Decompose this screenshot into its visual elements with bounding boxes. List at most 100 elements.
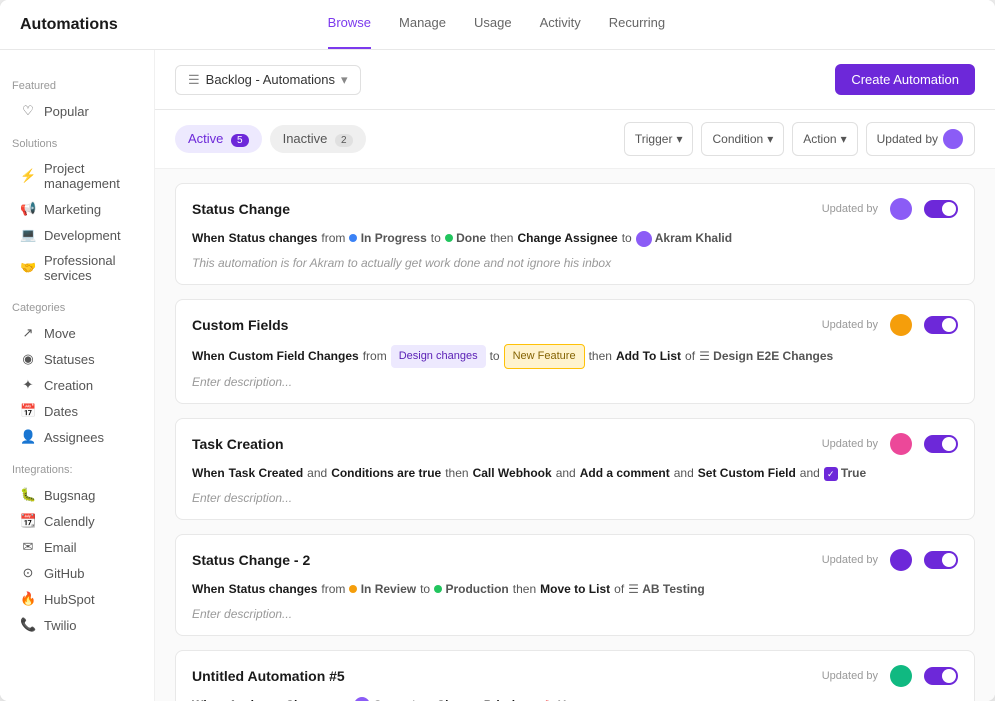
sidebar-item-statuses[interactable]: ◉ Statuses	[12, 346, 142, 372]
calendly-icon: 📆	[20, 513, 36, 529]
laptop-icon: 💻	[20, 227, 36, 243]
avatar	[890, 433, 912, 455]
create-automation-button[interactable]: Create Automation	[835, 64, 975, 95]
sidebar-item-calendly[interactable]: 📆 Calendly	[12, 508, 142, 534]
rule-plain: to	[420, 579, 430, 601]
automation-toggle[interactable]	[924, 435, 958, 453]
sidebar: Featured ♡ Popular Solutions ⚡ Project m…	[0, 50, 155, 701]
condition-filter[interactable]: Condition ▾	[701, 122, 784, 156]
automation-card: Status Change Updated by When Status cha…	[175, 183, 975, 285]
automation-card: Task Creation Updated by When Task Creat…	[175, 418, 975, 520]
status-orange: In Review	[349, 579, 416, 601]
updated-by-text: Updated by	[822, 670, 878, 682]
sidebar-item-label: Project management	[44, 161, 134, 191]
sidebar-item-label: Professional services	[44, 253, 134, 283]
nav-recurring[interactable]: Recurring	[609, 15, 665, 34]
automation-card: Untitled Automation #5 Updated by When A…	[175, 650, 975, 701]
rule-keyword: When	[192, 346, 225, 368]
nav-browse[interactable]: Browse	[328, 15, 371, 34]
automation-card: Custom Fields Updated by When Custom Fie…	[175, 299, 975, 405]
breadcrumb-selector[interactable]: ☰ Backlog - Automations ▾	[175, 65, 361, 95]
rule-keyword: Assignee Changes	[229, 695, 336, 701]
sidebar-item-label: Bugsnag	[44, 488, 95, 503]
rule-plain: then	[589, 346, 612, 368]
automation-rule: When Status changes from In Review to Pr…	[192, 579, 958, 601]
sidebar-item-project-management[interactable]: ⚡ Project management	[12, 156, 142, 196]
sidebar-item-twilio[interactable]: 📞 Twilio	[12, 612, 142, 638]
sidebar-item-github[interactable]: ⊙ GitHub	[12, 560, 142, 586]
automation-desc: This automation is for Akram to actually…	[192, 256, 958, 270]
rule-plain: to	[530, 695, 540, 701]
rule-plain: and	[556, 463, 576, 485]
circle-icon: ◉	[20, 351, 36, 367]
sidebar-item-development[interactable]: 💻 Development	[12, 222, 142, 248]
rule-plain: and	[674, 463, 694, 485]
rule-plain: of	[685, 346, 695, 368]
sidebar-categories-label: Categories	[12, 302, 142, 314]
nav-usage[interactable]: Usage	[474, 15, 512, 34]
rule-keyword: Change Priority	[436, 695, 525, 701]
tag: Design changes	[391, 345, 486, 369]
card-right: Updated by	[822, 433, 958, 455]
sidebar-item-move[interactable]: ↗ Move	[12, 320, 142, 346]
avatar	[942, 128, 964, 150]
rule-plain: from	[363, 346, 387, 368]
sidebar-item-email[interactable]: ✉ Email	[12, 534, 142, 560]
sidebar-item-bugsnag[interactable]: 🐛 Bugsnag	[12, 482, 142, 508]
star-icon: ✦	[20, 377, 36, 393]
automation-toggle[interactable]	[924, 200, 958, 218]
rule-keyword: Status changes	[229, 579, 318, 601]
filter-bar: Active 5 Inactive 2 Trigger ▾ Condition …	[155, 110, 995, 169]
card-right: Updated by	[822, 314, 958, 336]
sidebar-item-label: Assignees	[44, 430, 104, 445]
updated-by-text: Updated by	[822, 438, 878, 450]
automation-rule: When Custom Field Changes from Design ch…	[192, 344, 958, 370]
github-icon: ⊙	[20, 565, 36, 581]
updated-by-text: Updated by	[822, 554, 878, 566]
sidebar-item-creation[interactable]: ✦ Creation	[12, 372, 142, 398]
chevron-down-icon: ▾	[841, 132, 847, 146]
megaphone-icon: 📢	[20, 201, 36, 217]
nav-activity[interactable]: Activity	[540, 15, 581, 34]
tab-active[interactable]: Active 5	[175, 125, 262, 153]
rule-keyword: Change Assignee	[517, 228, 617, 250]
filter-group: Trigger ▾ Condition ▾ Action ▾ Updated b…	[624, 122, 975, 156]
automation-desc: Enter description...	[192, 491, 958, 505]
rule-plain: then	[490, 228, 513, 250]
automation-toggle[interactable]	[924, 551, 958, 569]
automation-toggle[interactable]	[924, 667, 958, 685]
automation-name: Status Change - 2	[192, 552, 310, 568]
arrow-icon: ↗	[20, 325, 36, 341]
automation-name: Status Change	[192, 201, 290, 217]
action-filter[interactable]: Action ▾	[792, 122, 857, 156]
avatar-text: Akram Khalid	[636, 228, 732, 250]
sidebar-item-professional-services[interactable]: 🤝 Professional services	[12, 248, 142, 288]
automation-toggle[interactable]	[924, 316, 958, 334]
tag: New Feature	[504, 344, 585, 370]
sidebar-item-dates[interactable]: 📅 Dates	[12, 398, 142, 424]
hubspot-icon: 🔥	[20, 591, 36, 607]
sidebar-item-label: Marketing	[44, 202, 101, 217]
status-green: Done	[445, 228, 486, 250]
sidebar-item-hubspot[interactable]: 🔥 HubSpot	[12, 586, 142, 612]
sidebar-item-label: HubSpot	[44, 592, 95, 607]
rule-plain: to	[490, 346, 500, 368]
sidebar-item-label: Development	[44, 228, 121, 243]
chevron-down-icon: ▾	[676, 132, 682, 146]
rule-keyword: Status changes	[229, 228, 318, 250]
automation-desc: Enter description...	[192, 607, 958, 621]
sidebar-item-marketing[interactable]: 📢 Marketing	[12, 196, 142, 222]
rule-plain: then	[513, 579, 536, 601]
nav-manage[interactable]: Manage	[399, 15, 446, 34]
trigger-filter[interactable]: Trigger ▾	[624, 122, 694, 156]
avatar	[890, 314, 912, 336]
updated-by-label: Updated by	[877, 132, 938, 146]
automation-rule: When Status changes from In Progress to …	[192, 228, 958, 250]
updated-by-filter[interactable]: Updated by	[866, 122, 975, 156]
rule-plain: to	[340, 695, 350, 701]
updated-by-text: Updated by	[822, 319, 878, 331]
rule-keyword: Conditions are true	[331, 463, 441, 485]
sidebar-item-assignees[interactable]: 👤 Assignees	[12, 424, 142, 450]
sidebar-item-popular[interactable]: ♡ Popular	[12, 98, 142, 124]
tab-inactive[interactable]: Inactive 2	[270, 125, 366, 153]
